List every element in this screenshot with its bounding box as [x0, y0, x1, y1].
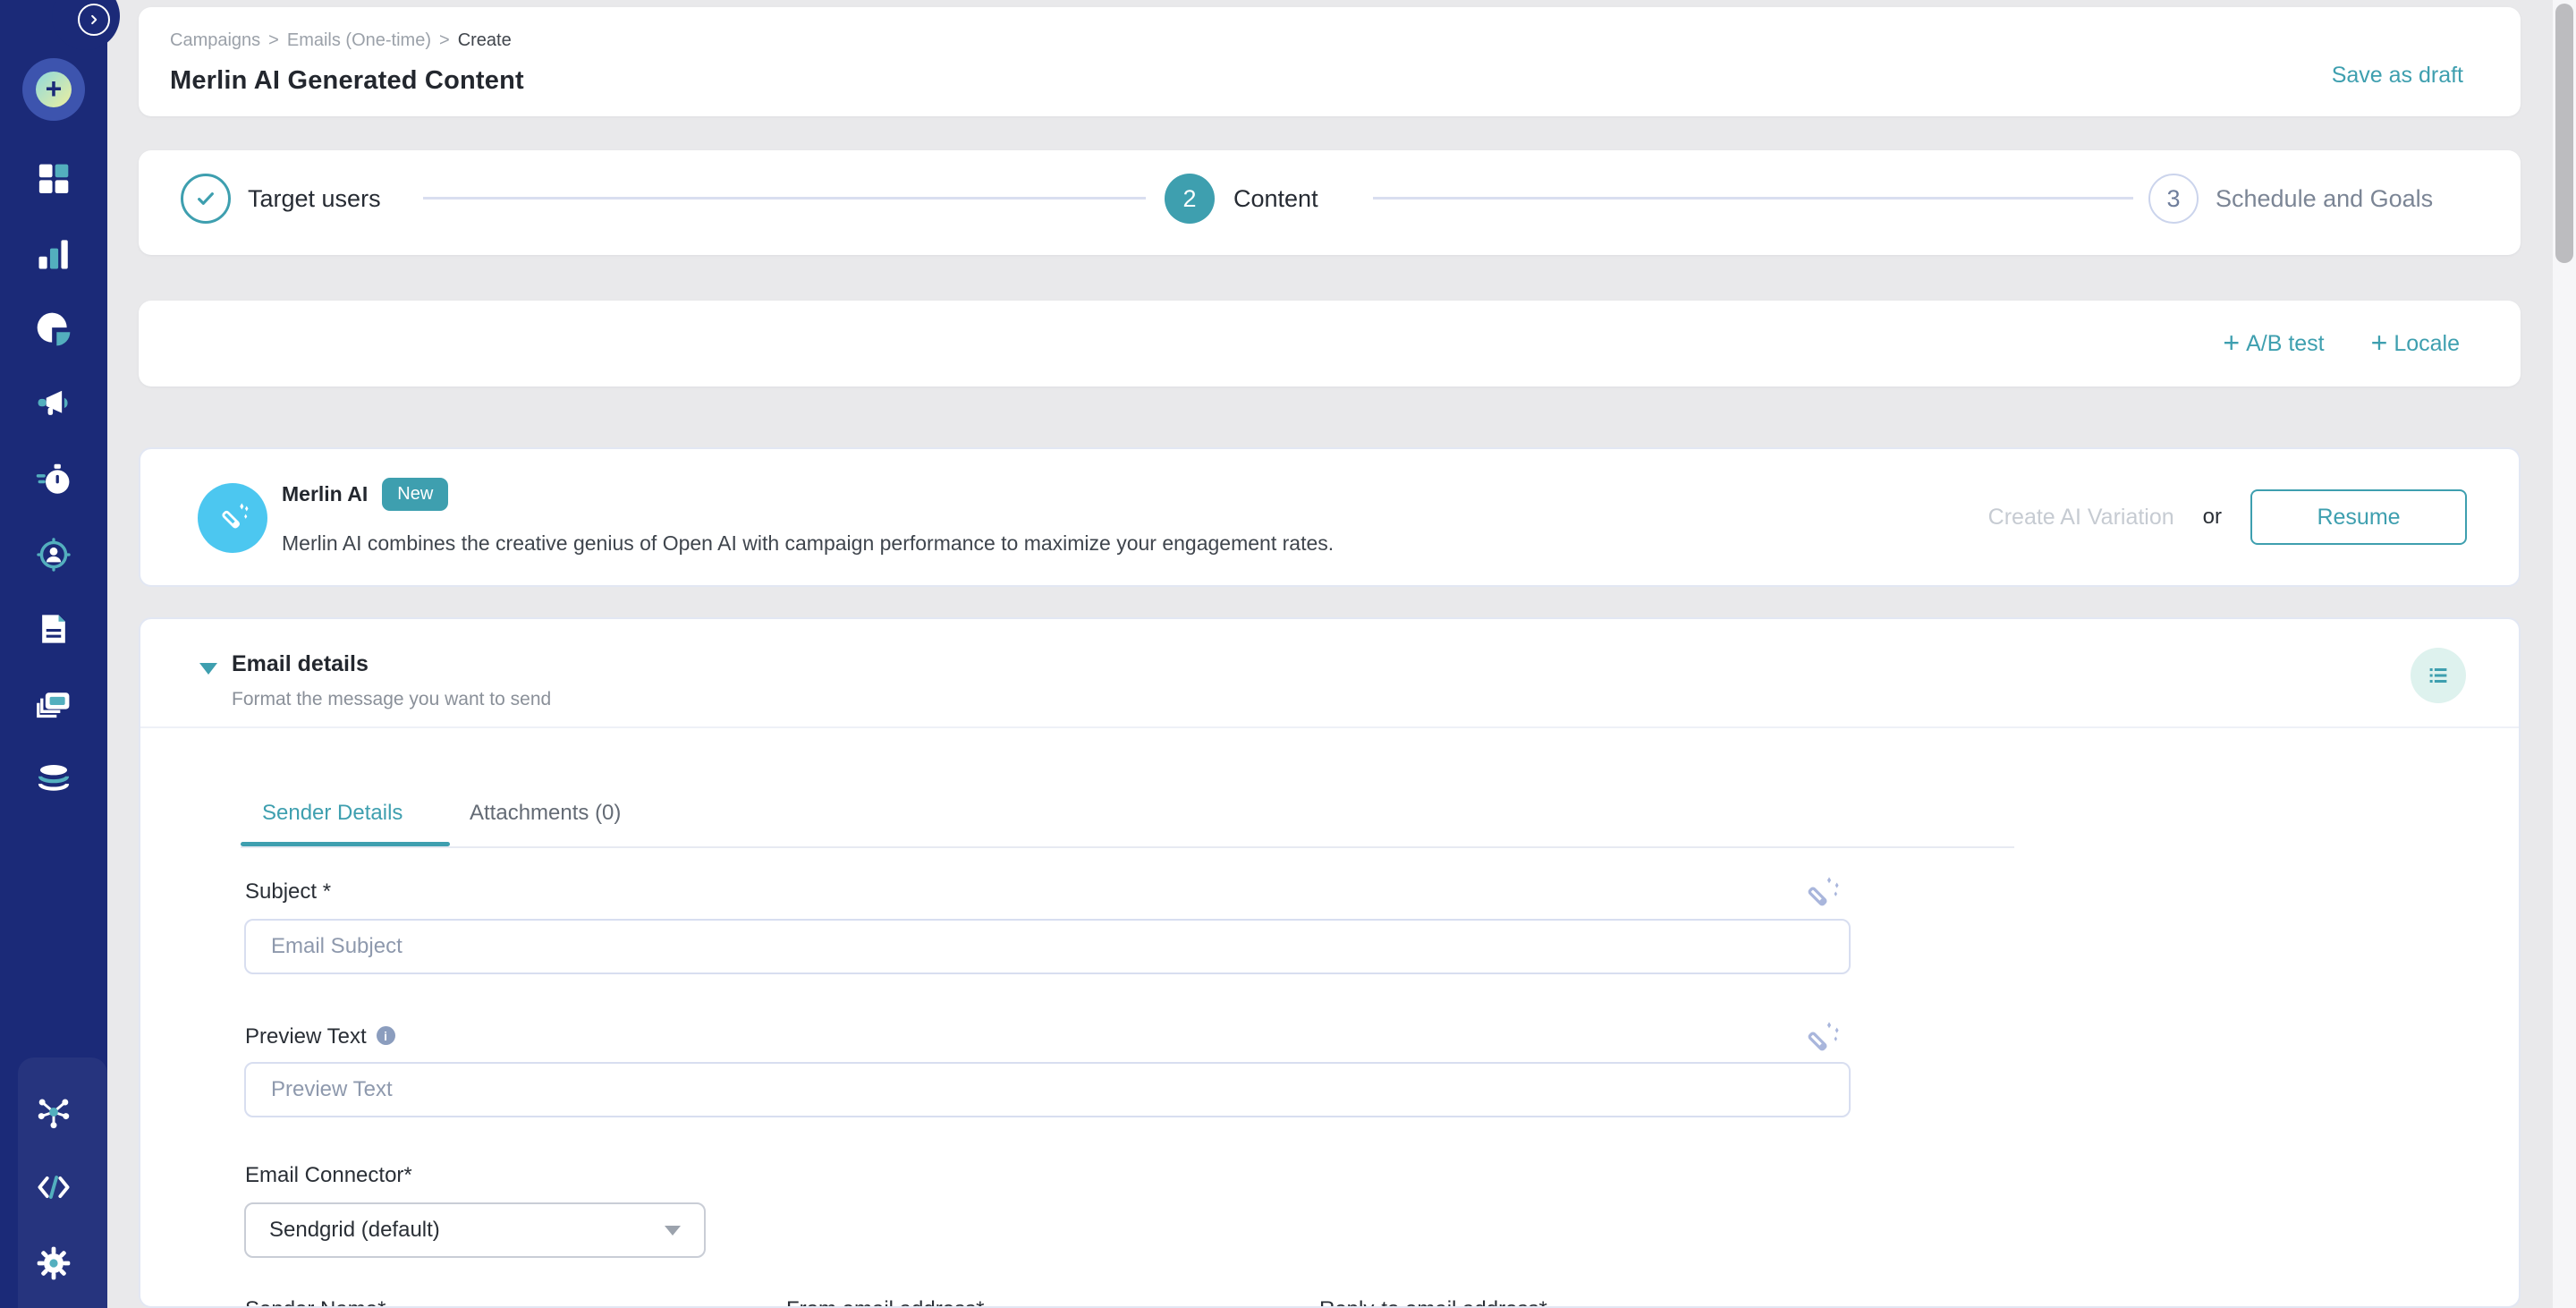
preview-text-label-text: Preview Text [245, 1024, 367, 1049]
hub-icon[interactable] [34, 1092, 73, 1132]
from-email-label: From email address* [786, 1297, 984, 1308]
megaphone-icon[interactable] [34, 384, 73, 423]
subject-label: Subject * [245, 879, 331, 905]
list-icon [2425, 662, 2452, 689]
page-header-card: Campaigns > Emails (One-time) > Create M… [139, 7, 2521, 116]
plus-icon: + [2223, 328, 2240, 360]
email-connector-select[interactable]: Sendgrid (default) [244, 1202, 706, 1258]
breadcrumb-item-create: Create [458, 30, 512, 51]
outline-list-button[interactable] [2411, 648, 2466, 703]
save-as-draft-link[interactable]: Save as draft [2332, 63, 2463, 89]
gear-icon[interactable] [34, 1244, 73, 1283]
subject-magic-wand-button[interactable] [1801, 872, 1842, 913]
collapse-triangle-icon[interactable] [199, 663, 217, 675]
variation-toolbar-card: + A/B test + Locale [139, 301, 2521, 386]
create-ai-variation-link: Create AI Variation [1988, 505, 2174, 531]
preview-text-input[interactable] [244, 1062, 1851, 1117]
resume-button[interactable]: Resume [2250, 489, 2467, 545]
step-connector-line [1373, 197, 2133, 200]
chevron-right-icon [86, 12, 102, 28]
email-details-subtitle: Format the message you want to send [232, 689, 551, 710]
step-2-circle[interactable]: 2 [1165, 174, 1215, 224]
step-2-label: Content [1233, 185, 1318, 213]
chevron-down-icon [665, 1226, 681, 1236]
checkmark-icon [191, 184, 220, 213]
add-ab-test-button[interactable]: + A/B test [2223, 328, 2324, 360]
stopwatch-icon[interactable] [34, 460, 73, 499]
merlin-avatar [198, 483, 267, 553]
step-3-number: 3 [2166, 185, 2180, 213]
merlin-description: Merlin AI combines the creative genius o… [282, 531, 1334, 556]
page-title: Merlin AI Generated Content [170, 66, 524, 96]
reply-to-email-label: Reply-to email address* [1319, 1297, 1547, 1308]
scrollbar-thumb[interactable] [2555, 4, 2573, 263]
preview-magic-wand-button[interactable] [1801, 1017, 1842, 1058]
stepper-card: Target users 2 Content 3 Schedule and Go… [139, 150, 2521, 255]
locale-label: Locale [2394, 331, 2460, 357]
database-icon[interactable] [34, 760, 73, 799]
bar-chart-icon[interactable] [34, 234, 73, 274]
document-icon[interactable] [34, 609, 73, 649]
new-badge: New [382, 478, 448, 511]
email-connector-label: Email Connector* [245, 1163, 412, 1188]
breadcrumb-item-campaigns[interactable]: Campaigns [170, 30, 260, 51]
or-text: or [2203, 505, 2222, 530]
sidebar: + [0, 0, 107, 1308]
step-connector-line [423, 197, 1146, 200]
step-3-circle[interactable]: 3 [2148, 174, 2199, 224]
breadcrumb-item-emails[interactable]: Emails (One-time) [287, 30, 431, 51]
email-connector-value: Sendgrid (default) [269, 1218, 440, 1243]
sidebar-expand-button[interactable] [78, 4, 110, 36]
breadcrumb: Campaigns > Emails (One-time) > Create [170, 30, 512, 51]
layers-icon[interactable] [34, 685, 73, 725]
sender-name-label: Sender Name* [245, 1297, 386, 1308]
plus-icon: + [36, 72, 72, 107]
info-icon[interactable]: i [377, 1026, 395, 1045]
magic-wand-icon [214, 499, 251, 537]
plus-icon: + [2371, 328, 2388, 360]
code-icon[interactable] [34, 1168, 73, 1207]
magic-wand-icon [1801, 1017, 1842, 1058]
breadcrumb-separator: > [268, 30, 279, 51]
step-3-label: Schedule and Goals [2216, 185, 2433, 213]
tab-divider [241, 846, 2014, 848]
step-2-number: 2 [1182, 185, 1196, 213]
merlin-ai-banner: Merlin AI New Merlin AI combines the cre… [139, 447, 2521, 587]
email-details-card: Email details Format the message you wan… [139, 617, 2521, 1308]
tab-attachments[interactable]: Attachments (0) [470, 801, 621, 826]
step-1-circle[interactable] [181, 174, 231, 224]
create-new-button[interactable]: + [22, 58, 85, 121]
merlin-name: Merlin AI [282, 482, 368, 506]
ab-test-label: A/B test [2246, 331, 2325, 357]
grid-icon[interactable] [34, 158, 73, 198]
breadcrumb-separator: > [439, 30, 450, 51]
magic-wand-icon [1801, 872, 1842, 913]
email-subject-input[interactable] [244, 919, 1851, 974]
email-details-title: Email details [232, 651, 369, 677]
tab-sender-details[interactable]: Sender Details [262, 801, 402, 826]
pie-chart-icon[interactable] [34, 310, 73, 349]
divider [140, 726, 2519, 728]
user-target-icon[interactable] [34, 535, 73, 574]
preview-text-label: Preview Text i [245, 1024, 395, 1049]
step-1-label: Target users [248, 185, 381, 213]
add-locale-button[interactable]: + Locale [2371, 328, 2460, 360]
